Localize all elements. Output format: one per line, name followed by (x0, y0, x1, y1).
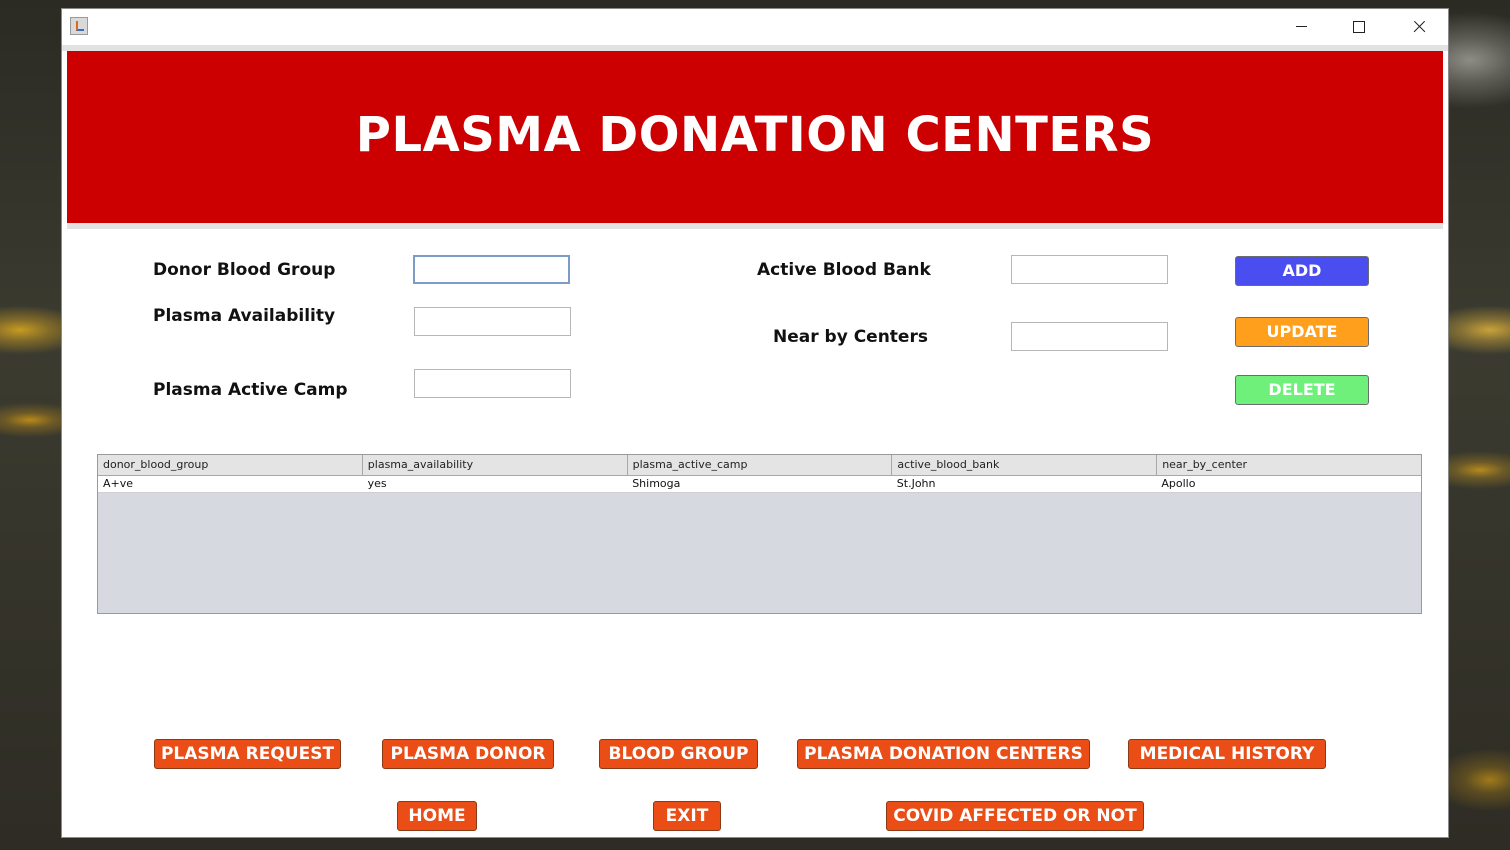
delete-button[interactable]: DELETE (1235, 375, 1369, 405)
table-cell[interactable]: yes (363, 476, 628, 492)
donor-blood-group-field[interactable] (413, 255, 570, 284)
maximize-icon[interactable] (1330, 9, 1388, 45)
column-header[interactable]: donor_blood_group (98, 455, 363, 476)
near-by-centers-field[interactable] (1011, 322, 1168, 351)
plasma-request-button[interactable]: PLASMA REQUEST (154, 739, 341, 769)
column-header[interactable]: near_by_center (1157, 455, 1421, 476)
active-blood-bank-label: Active Blood Bank (757, 260, 931, 280)
near-by-centers-label: Near by Centers (773, 327, 928, 347)
java-app-icon[interactable] (70, 17, 88, 35)
donor-blood-group-label: Donor Blood Group (153, 260, 336, 280)
active-blood-bank-field[interactable] (1011, 255, 1168, 284)
table-header: donor_blood_group plasma_availability pl… (98, 455, 1421, 476)
plasma-active-camp-field[interactable] (414, 369, 571, 398)
plasma-active-camp-label: Plasma Active Camp (153, 380, 348, 400)
table-cell[interactable]: Apollo (1156, 476, 1421, 492)
plasma-donor-button[interactable]: PLASMA DONOR (382, 739, 554, 769)
medical-history-button[interactable]: MEDICAL HISTORY (1128, 739, 1326, 769)
table-cell[interactable]: Shimoga (627, 476, 892, 492)
blood-group-button[interactable]: BLOOD GROUP (599, 739, 758, 769)
header-banner: PLASMA DONATION CENTERS (67, 51, 1443, 229)
table-row[interactable]: A+ve yes Shimoga St.John Apollo (98, 476, 1421, 493)
update-button[interactable]: UPDATE (1235, 317, 1369, 347)
table-cell[interactable]: A+ve (98, 476, 363, 492)
title-bar (62, 9, 1448, 45)
app-window: PLASMA DONATION CENTERS Donor Blood Grou… (61, 8, 1449, 838)
data-table[interactable]: donor_blood_group plasma_availability pl… (97, 454, 1422, 614)
close-icon[interactable] (1390, 9, 1448, 45)
plasma-availability-field[interactable] (414, 307, 571, 336)
add-button[interactable]: ADD (1235, 256, 1369, 286)
plasma-availability-label: Plasma Availability (153, 306, 336, 326)
minimize-icon[interactable] (1272, 9, 1330, 45)
exit-button[interactable]: EXIT (653, 801, 721, 831)
column-header[interactable]: active_blood_bank (892, 455, 1158, 476)
covid-affected-button[interactable]: COVID AFFECTED OR NOT (886, 801, 1144, 831)
table-cell[interactable]: St.John (892, 476, 1157, 492)
home-button[interactable]: HOME (397, 801, 477, 831)
main-panel: PLASMA DONATION CENTERS Donor Blood Grou… (62, 45, 1448, 837)
plasma-donation-centers-button[interactable]: PLASMA DONATION CENTERS (797, 739, 1090, 769)
page-title: PLASMA DONATION CENTERS (355, 107, 1155, 163)
column-header[interactable]: plasma_availability (362, 455, 628, 476)
column-header[interactable]: plasma_active_camp (627, 455, 893, 476)
